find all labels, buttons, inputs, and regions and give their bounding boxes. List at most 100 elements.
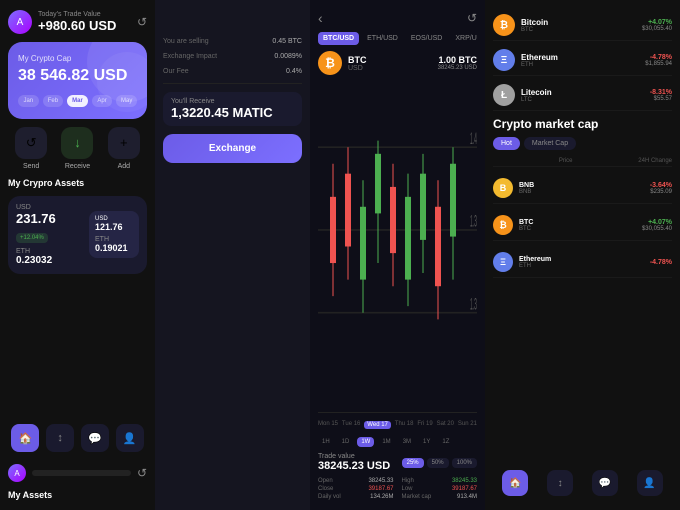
bitcoin-icon: ₿ xyxy=(493,14,515,36)
bnb-icon: B xyxy=(493,178,513,198)
litecoin-usd: $55.57 xyxy=(650,96,672,102)
time-all[interactable]: 1Z xyxy=(438,437,453,447)
ohlc-open: Open 38245.33 xyxy=(318,478,394,484)
btc-sub: USD xyxy=(348,65,367,72)
asset-usd-label: USD xyxy=(16,204,83,211)
pct-50[interactable]: 50% xyxy=(427,458,449,468)
ohlc-grid: Open 38245.33 High 38245.33 Close 39187.… xyxy=(318,478,477,500)
btc-price-usd: 38245.23 USD xyxy=(438,65,477,71)
btc-logo: ₿ xyxy=(318,51,342,75)
bitcoin-change: +4.07% xyxy=(642,19,672,26)
nav-home[interactable]: 🏠 xyxy=(11,424,39,452)
btc-price-main: 1.00 BTC xyxy=(438,55,477,65)
eth2-info: Ethereum ETH xyxy=(519,256,644,269)
eth2-ticker: ETH xyxy=(519,263,644,269)
time-1d[interactable]: 1D xyxy=(338,437,354,447)
panel4-nav-chat[interactable]: 💬 xyxy=(592,470,618,496)
refresh-icon[interactable]: ↺ xyxy=(137,15,147,29)
receive-section: You'll Receive 1,3220.45 MATIC xyxy=(163,92,302,126)
month-feb[interactable]: Feb xyxy=(43,95,64,107)
panel-crypto-market-cap: ₿ Bitcoin BTC +4.07% $30,055.40 Ξ Ethere… xyxy=(485,0,680,510)
panel-my-crypto-cap: A Today's Trade Value +980.60 USD ↺ My C… xyxy=(0,0,155,510)
tab-ethusd[interactable]: ETH/USD xyxy=(362,32,403,45)
trade-label: Today's Trade Value xyxy=(38,11,131,18)
svg-text:1.30: 1.30 xyxy=(470,294,477,313)
month-mar[interactable]: Mar xyxy=(67,95,88,107)
chart-dates: Mon 15 Tue 16 Wed 17 Thu 18 Fri 19 Sat 2… xyxy=(318,419,477,431)
bitcoin-info: Bitcoin BTC xyxy=(521,18,636,33)
nav-exchange[interactable]: ↕ xyxy=(46,424,74,452)
ohlc-low: Low 39187.67 xyxy=(402,486,478,492)
market-cap-title: Crypto market cap xyxy=(493,117,672,131)
ethereum-ticker: ETH xyxy=(521,62,639,68)
ohlc-high: High 38245.33 xyxy=(402,478,478,484)
send-button[interactable]: ↺ Send xyxy=(15,127,47,170)
bnb-change: -3.64% xyxy=(650,182,672,189)
filter-hot[interactable]: Hot xyxy=(493,137,520,150)
asset-eth-value: 0.23032 xyxy=(16,255,83,266)
impact-value: 0.0089% xyxy=(274,53,302,60)
month-jan[interactable]: Jan xyxy=(18,95,39,107)
panel4-nav-profile[interactable]: 👤 xyxy=(637,470,663,496)
litecoin-name: Litecoin xyxy=(521,88,644,97)
btc2-change-group: +4.07% $30,055.40 xyxy=(642,219,672,232)
time-3m[interactable]: 3M xyxy=(399,437,415,447)
pct-btns: 25% 50% 100% xyxy=(402,458,477,468)
market-row-bnb: B BNB BNB -3.64% $235.09 xyxy=(493,173,672,204)
coin-ethereum: Ξ Ethereum ETH -4.78% $1,855.94 xyxy=(493,45,672,76)
nav-profile[interactable]: 👤 xyxy=(116,424,144,452)
receive-icon: ↓ xyxy=(61,127,93,159)
panel1-footer: A ↺ xyxy=(8,464,147,482)
svg-text:1.42: 1.42 xyxy=(470,129,477,148)
bottom-nav: 🏠 ↕ 💬 👤 xyxy=(8,420,147,456)
panel1-header: A Today's Trade Value +980.60 USD ↺ xyxy=(8,10,147,34)
asset-left: USD 231.76 +12.04% ETH 0.23032 xyxy=(16,204,83,266)
asset2-usd-value: 121.76 xyxy=(95,222,133,232)
trade-value-row: Trade value 38245.23 USD 25% 50% 100% xyxy=(318,453,477,472)
litecoin-change: -8.31% xyxy=(650,89,672,96)
chart-refresh-icon[interactable]: ↺ xyxy=(467,11,477,25)
pct-100[interactable]: 100% xyxy=(452,458,477,468)
selling-label: You are selling xyxy=(163,38,209,45)
selling-row: You are selling 0.45 BTC xyxy=(163,38,302,45)
btc-name: BTC xyxy=(348,55,367,65)
litecoin-ticker: LTC xyxy=(521,97,644,103)
back-button[interactable]: ‹ xyxy=(318,10,323,26)
coin-litecoin: Ł Litecoin LTC -8.31% $55.57 xyxy=(493,80,672,111)
time-1w[interactable]: 1W xyxy=(357,437,374,447)
cap-amount: 38 546.82 USD xyxy=(18,67,137,85)
panel4-nav-home[interactable]: 🏠 xyxy=(502,470,528,496)
footer-refresh-icon[interactable]: ↺ xyxy=(137,466,147,480)
add-button[interactable]: + Add xyxy=(108,127,140,170)
nav-chat[interactable]: 💬 xyxy=(81,424,109,452)
candlestick-chart: 1.42 1.36 1.30 xyxy=(318,81,477,412)
time-1m[interactable]: 1M xyxy=(378,437,394,447)
time-1h[interactable]: 1H xyxy=(318,437,334,447)
panel4-nav-exchange[interactable]: ↕ xyxy=(547,470,573,496)
btc2-info: BTC BTC xyxy=(519,219,636,232)
impact-row: Exchange Impact 0.0089% xyxy=(163,53,302,60)
exchange-button[interactable]: Exchange xyxy=(163,134,302,163)
eth2-icon: Ξ xyxy=(493,252,513,272)
fee-value: 0.4% xyxy=(286,68,302,75)
bitcoin-price-group: +4.07% $30,055.40 xyxy=(642,19,672,32)
filter-marketcap[interactable]: Market Cap xyxy=(524,137,576,150)
panel4-nav: 🏠 ↕ 💬 👤 xyxy=(493,466,672,500)
btc2-icon: ₿ xyxy=(493,215,513,235)
panel-exchange: You are selling 0.45 BTC Exchange Impact… xyxy=(155,0,310,510)
month-may[interactable]: May xyxy=(116,95,137,107)
btc2-name: BTC xyxy=(519,219,636,226)
time-1y[interactable]: 1Y xyxy=(419,437,434,447)
pct-25[interactable]: 25% xyxy=(402,458,424,468)
footer-avatar: A xyxy=(8,464,26,482)
time-range: 1H 1D 1W 1M 3M 1Y 1Z xyxy=(318,437,477,447)
month-apr[interactable]: Apr xyxy=(92,95,113,107)
asset2-eth-label: ETH xyxy=(95,236,133,243)
tab-xrpusd[interactable]: XRP/USD xyxy=(450,32,477,45)
receive-button[interactable]: ↓ Receive xyxy=(61,127,93,170)
tab-btcusd[interactable]: BTC/USD xyxy=(318,32,359,45)
tab-eosusd[interactable]: EOS/USD xyxy=(406,32,448,45)
btc-price-group: 1.00 BTC 38245.23 USD xyxy=(438,55,477,71)
tab-strip: BTC/USD ETH/USD EOS/USD XRP/USD xyxy=(318,32,477,45)
eth2-change: -4.78% xyxy=(650,259,672,266)
